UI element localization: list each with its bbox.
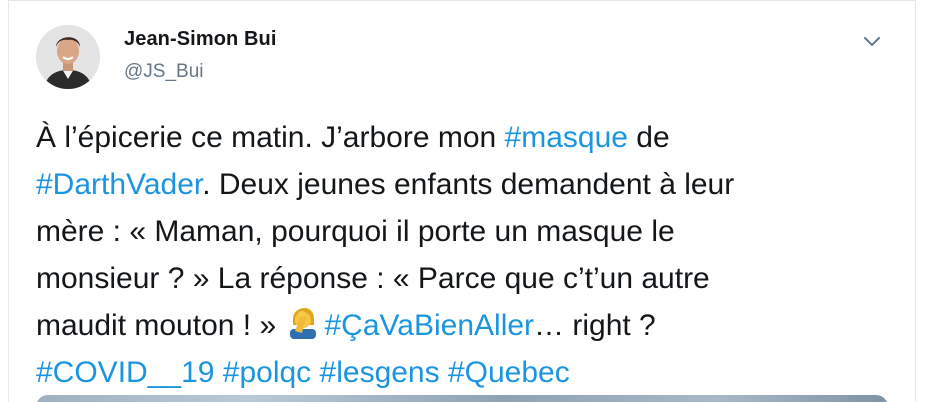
chevron-down-icon[interactable] <box>858 27 886 55</box>
tweet-line: #COVID__19 #polqc #lesgens #Quebec <box>36 349 896 396</box>
text-segment: de <box>627 121 670 154</box>
text-segment: monsieur ? » La réponse : « Parce que c’… <box>36 262 710 295</box>
text-segment: . Deux jeunes enfants demandent à leur <box>202 168 735 201</box>
hashtag-link[interactable]: #lesgens <box>320 356 440 389</box>
hashtag-link[interactable]: #masque <box>505 121 628 154</box>
text-segment: maudit mouton ! » <box>36 309 285 342</box>
text-segment: … right ? <box>534 309 656 342</box>
tweet-line: monsieur ? » La réponse : « Parce que c’… <box>36 255 896 302</box>
tweet-line: mère : « Maman, pourquoi il porte un mas… <box>36 208 896 255</box>
tweet-text: À l’épicerie ce matin. J’arbore mon #mas… <box>36 114 896 396</box>
tweet-line: À l’épicerie ce matin. J’arbore mon #mas… <box>36 114 896 161</box>
hashtag-link[interactable]: #COVID__19 <box>36 356 214 389</box>
avatar[interactable] <box>36 25 100 89</box>
hashtag-link[interactable]: #ÇaVaBienAller <box>324 309 534 342</box>
author-handle[interactable]: @JS_Bui <box>124 61 204 83</box>
text-segment: mère : « Maman, pourquoi il porte un mas… <box>36 215 675 248</box>
text-segment: À l’épicerie ce matin. J’arbore mon <box>36 121 505 154</box>
tweet-line: #DarthVader. Deux jeunes enfants demande… <box>36 161 896 208</box>
tweet-media-image[interactable] <box>36 395 888 402</box>
author-name[interactable]: Jean-Simon Bui <box>124 28 277 51</box>
tweet-line: maudit mouton ! » #ÇaVaBienAller… right … <box>36 302 896 349</box>
hashtag-link[interactable]: #polqc <box>223 356 311 389</box>
person-facepalming-emoji <box>286 306 320 339</box>
hashtag-link[interactable]: #DarthVader <box>36 168 202 201</box>
hashtag-link[interactable]: #Quebec <box>448 356 570 389</box>
avatar-photo <box>36 25 100 89</box>
tweet-card: Jean-Simon Bui @JS_Bui À l’épicerie ce m… <box>8 0 916 402</box>
